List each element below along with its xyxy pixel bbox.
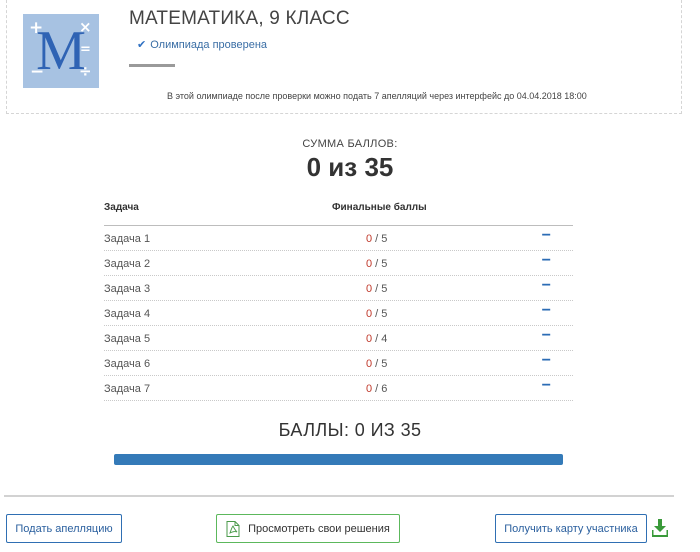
table-row: Задача 2 0 / 5 − bbox=[104, 251, 573, 276]
score-max: / 6 bbox=[372, 383, 388, 395]
minus-symbol: − bbox=[30, 62, 45, 82]
collapse-toggle-button[interactable]: − bbox=[542, 227, 551, 245]
table-row: Задача 7 0 / 6 − bbox=[104, 376, 573, 401]
task-name: Задача 3 bbox=[104, 283, 151, 295]
task-name: Задача 7 bbox=[104, 383, 151, 395]
task-score: 0 / 5 bbox=[366, 308, 387, 320]
table-row: Задача 5 0 / 4 − bbox=[104, 326, 573, 351]
divide-symbol: ÷ bbox=[79, 62, 92, 80]
task-name: Задача 6 bbox=[104, 358, 151, 370]
footer-divider bbox=[4, 495, 674, 497]
header-task: Задача bbox=[104, 202, 139, 213]
task-name: Задача 1 bbox=[104, 233, 151, 245]
get-participant-card-button[interactable]: Получить карту участника bbox=[495, 514, 647, 543]
collapse-toggle-button[interactable]: − bbox=[542, 352, 551, 370]
task-score: 0 / 6 bbox=[366, 383, 387, 395]
table-row: Задача 6 0 / 5 − bbox=[104, 351, 573, 376]
download-icon[interactable] bbox=[652, 519, 668, 537]
score-max: / 4 bbox=[372, 333, 388, 345]
score-max: / 5 bbox=[372, 258, 388, 270]
subject-logo: + × M − ÷ = bbox=[23, 14, 99, 88]
task-score: 0 / 5 bbox=[366, 358, 387, 370]
title-underline bbox=[129, 64, 175, 67]
score-max: / 5 bbox=[372, 233, 388, 245]
points-progress-bar bbox=[114, 454, 563, 465]
progress-fill bbox=[114, 454, 563, 465]
view-solutions-button[interactable]: Просмотреть свои решения bbox=[216, 514, 400, 543]
table-row: Задача 1 0 / 5 − bbox=[104, 226, 573, 251]
collapse-toggle-button[interactable]: − bbox=[542, 377, 551, 395]
collapse-toggle-button[interactable]: − bbox=[542, 302, 551, 320]
table-header: Задача Финальные баллы bbox=[104, 196, 573, 226]
pdf-document-icon bbox=[226, 520, 240, 537]
points-total: БАЛЛЫ: 0 ИЗ 35 bbox=[278, 420, 422, 440]
score-max: / 5 bbox=[372, 358, 388, 370]
scores-table: Задача Финальные баллы Задача 1 0 / 5 − … bbox=[104, 196, 573, 401]
score-max: / 5 bbox=[372, 283, 388, 295]
collapse-toggle-button[interactable]: − bbox=[542, 327, 551, 345]
equals-symbol: = bbox=[80, 42, 91, 57]
table-row: Задача 3 0 / 5 − bbox=[104, 276, 573, 301]
olympiad-title: МАТЕМАТИКА, 9 КЛАСС bbox=[129, 8, 350, 29]
task-score: 0 / 5 bbox=[366, 233, 387, 245]
table-row: Задача 4 0 / 5 − bbox=[104, 301, 573, 326]
task-score: 0 / 5 bbox=[366, 258, 387, 270]
task-name: Задача 5 bbox=[104, 333, 151, 345]
olympiad-header: + × M − ÷ = МАТЕМАТИКА, 9 КЛАСС ✔ Олимпиа… bbox=[6, 0, 682, 114]
sum-label: СУММА БАЛЛОВ: bbox=[302, 138, 398, 150]
score-max: / 5 bbox=[372, 308, 388, 320]
view-solutions-label: Просмотреть свои решения bbox=[248, 522, 390, 535]
status-text: Олимпиада проверена bbox=[150, 39, 268, 51]
task-score: 0 / 4 bbox=[366, 333, 387, 345]
header-final-score: Финальные баллы bbox=[332, 202, 427, 213]
status-badge: ✔ Олимпиада проверена bbox=[137, 38, 267, 51]
submit-appeal-button[interactable]: Подать апелляцию bbox=[6, 514, 122, 543]
check-icon: ✔ bbox=[137, 39, 147, 51]
task-name: Задача 4 bbox=[104, 308, 151, 320]
collapse-toggle-button[interactable]: − bbox=[542, 252, 551, 270]
task-score: 0 / 5 bbox=[366, 283, 387, 295]
sum-value: 0 из 35 bbox=[306, 152, 394, 182]
collapse-toggle-button[interactable]: − bbox=[542, 277, 551, 295]
appeal-info-text: В этой олимпиаде после проверки можно по… bbox=[167, 91, 587, 101]
task-name: Задача 2 bbox=[104, 258, 151, 270]
